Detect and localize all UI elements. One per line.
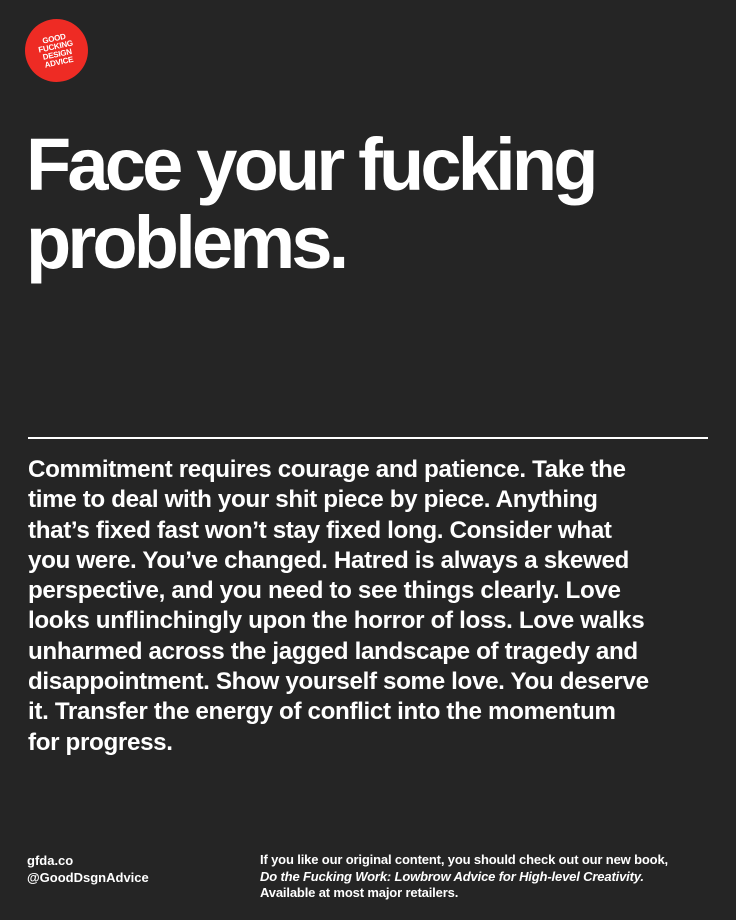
body-line: unharmed across the jagged landscape of … — [28, 637, 638, 665]
footer-credits: gfda.co @GoodDsgnAdvice — [27, 852, 149, 886]
footer-promo: If you like our original content, you sh… — [260, 852, 668, 902]
body-line: looks unflinchingly upon the horror of l… — [28, 607, 645, 635]
body-line: time to deal with your shit piece by pie… — [28, 486, 598, 514]
gfda-logo-badge: GOOD FUCKING DESIGN ADVICE — [19, 13, 94, 88]
body-line: for progress. — [28, 728, 173, 756]
body-line: you were. You’ve changed. Hatred is alwa… — [28, 546, 629, 574]
divider-rule — [28, 437, 708, 439]
badge-text: GOOD FUCKING DESIGN ADVICE — [36, 31, 77, 70]
website-link[interactable]: gfda.co — [27, 852, 149, 869]
body-line: perspective, and you need to see things … — [28, 577, 621, 605]
body-line: it. Transfer the energy of conflict into… — [28, 698, 616, 726]
promo-book-title: Do the Fucking Work: Lowbrow Advice for … — [260, 868, 644, 884]
body-line: disappointment. Show yourself some love.… — [28, 668, 649, 696]
body-line: Commitment requires courage and patience… — [28, 456, 626, 483]
promo-line: Available at most major retailers. — [260, 885, 459, 900]
social-handle[interactable]: @GoodDsgnAdvice — [27, 869, 149, 886]
body-copy: Commitment requires courage and patience… — [28, 455, 718, 758]
headline-line: problems. — [26, 201, 349, 284]
promo-line: If you like our original content, you sh… — [260, 852, 668, 867]
body-line: that’s fixed fast won’t stay fixed long.… — [28, 516, 612, 544]
headline-line: Face your fucking — [26, 123, 598, 206]
headline: Face your fucking problems. — [26, 126, 726, 282]
